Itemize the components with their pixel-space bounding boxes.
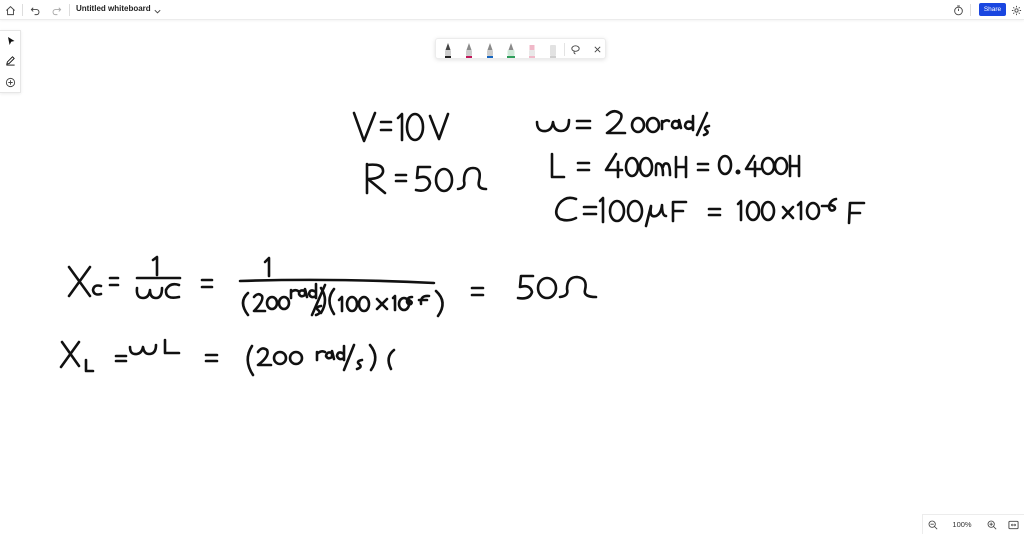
zoom-in-icon bbox=[987, 520, 997, 530]
home-icon bbox=[5, 5, 15, 15]
timer-button[interactable] bbox=[950, 2, 966, 18]
fit-screen-icon bbox=[1007, 520, 1019, 530]
settings-button[interactable] bbox=[1008, 2, 1024, 18]
top-bar: Untitled whiteboard Share bbox=[0, 0, 1024, 20]
home-button[interactable] bbox=[2, 2, 18, 18]
zoom-out-icon bbox=[928, 520, 938, 530]
chevron-down-icon bbox=[153, 9, 161, 13]
zoom-in-button[interactable] bbox=[985, 518, 999, 532]
zoom-bar: 100% bbox=[922, 514, 1024, 534]
undo-button[interactable] bbox=[27, 2, 43, 18]
ink-stroke-omega bbox=[535, 109, 711, 137]
ink-stroke-r50 bbox=[365, 162, 488, 195]
divider bbox=[22, 4, 23, 16]
gear-icon bbox=[1011, 5, 1021, 15]
ink-stroke-v10v bbox=[352, 111, 450, 143]
timer-icon bbox=[953, 4, 963, 15]
redo-button[interactable] bbox=[48, 2, 64, 18]
title-menu-button[interactable] bbox=[149, 3, 165, 19]
undo-icon bbox=[30, 6, 39, 15]
ink-layer bbox=[59, 109, 866, 377]
divider bbox=[69, 4, 70, 16]
whiteboard-canvas[interactable] bbox=[0, 20, 1024, 534]
ink-stroke-c100 bbox=[554, 196, 866, 228]
whiteboard-title[interactable]: Untitled whiteboard bbox=[76, 4, 151, 13]
share-button[interactable]: Share bbox=[979, 3, 1006, 16]
ink-stroke-l400 bbox=[550, 152, 801, 179]
redo-icon bbox=[52, 6, 61, 15]
zoom-level[interactable]: 100% bbox=[950, 520, 974, 529]
zoom-out-button[interactable] bbox=[926, 518, 940, 532]
fit-screen-button[interactable] bbox=[1006, 518, 1020, 532]
ink-stroke-xl bbox=[59, 338, 396, 377]
ink-stroke-xc bbox=[67, 255, 598, 318]
divider bbox=[970, 4, 971, 16]
